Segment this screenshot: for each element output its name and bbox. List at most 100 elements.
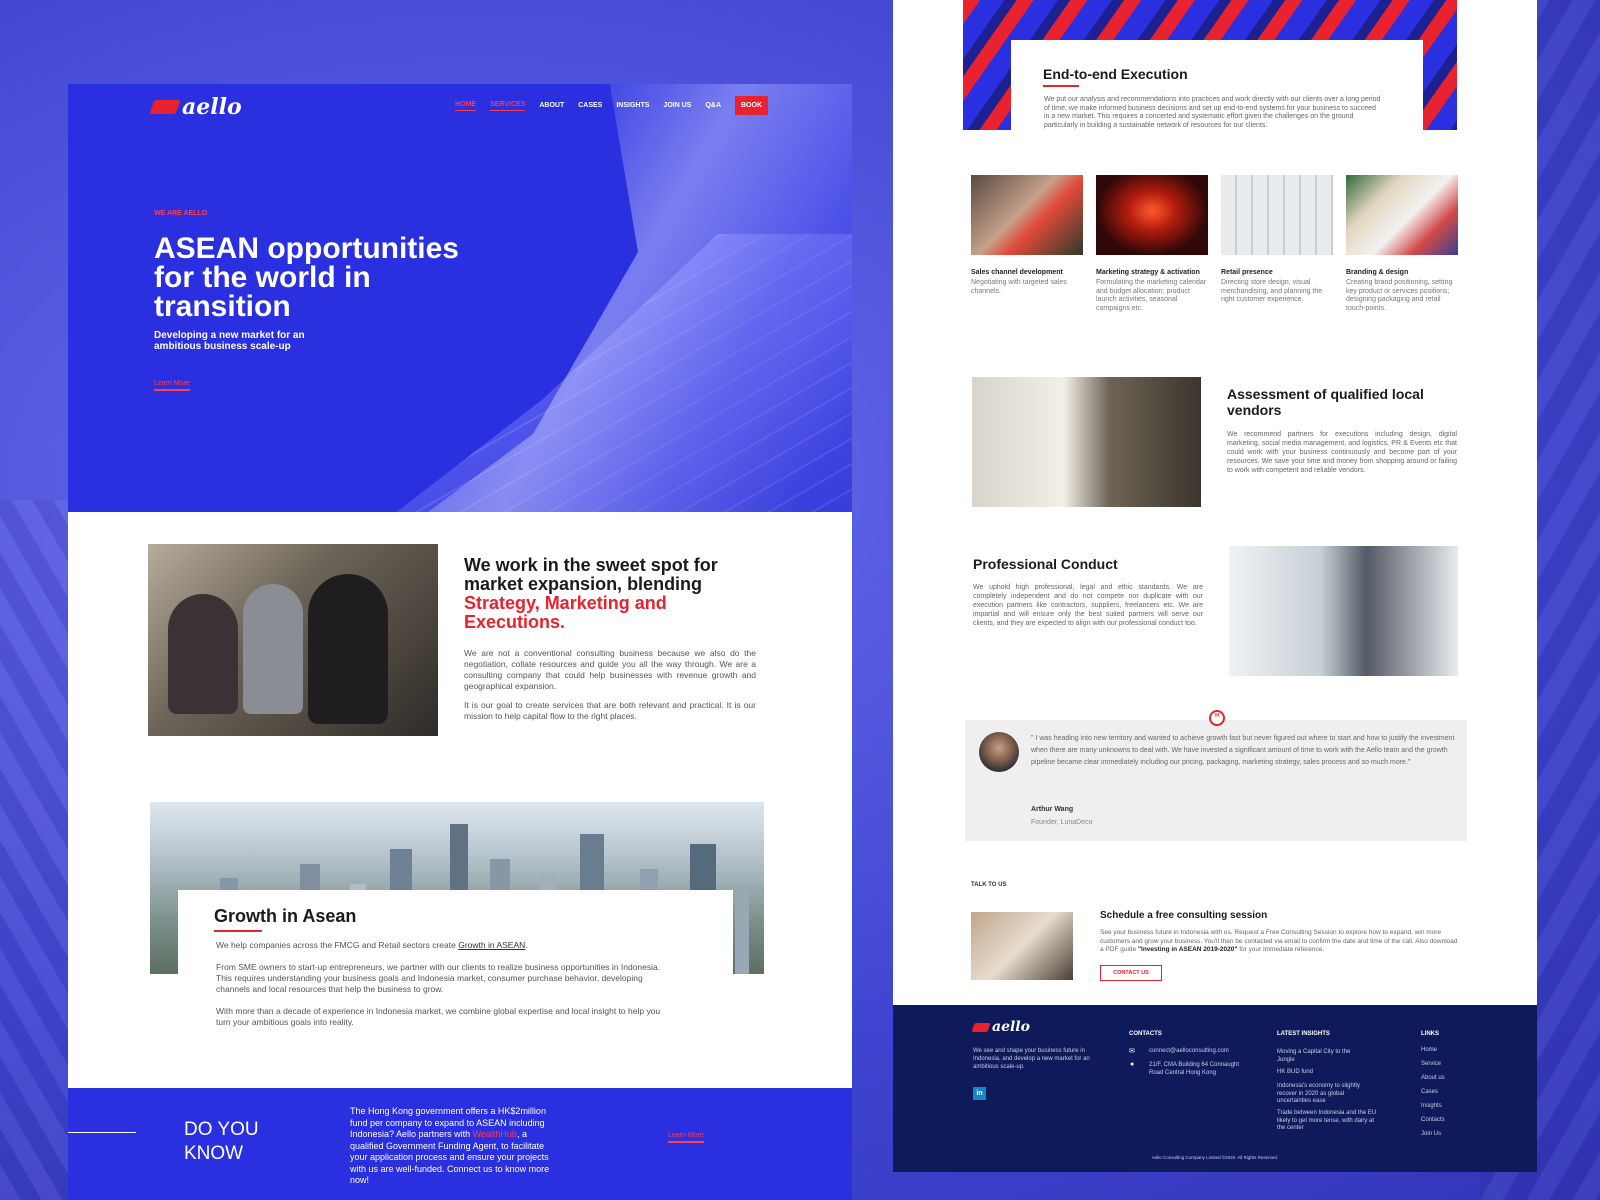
footer-copyright: Aello Consulting Company Limited ©2020. … (1151, 1155, 1279, 1160)
testimonial-name: Arthur Wang (1031, 806, 1074, 813)
footer-logo-text: aello (992, 1019, 1030, 1035)
footer-links-heading: LINKS (1421, 1031, 1439, 1037)
service-title: Branding & design (1346, 269, 1409, 276)
footer-link-join-us[interactable]: Join Us (1421, 1131, 1441, 1139)
growth-paragraph-2: From SME owners to start-up entrepreneur… (216, 962, 661, 994)
consulting-text-2: for your immediate reference. (1237, 946, 1325, 953)
service-card-marketing[interactable]: Marketing strategy & activation Formulat… (1096, 175, 1208, 313)
logo-text: aello (182, 94, 242, 120)
growth-in-asean-link[interactable]: Growth in ASEAN (458, 940, 525, 950)
nav-join-us[interactable]: JOIN US (663, 102, 691, 109)
footer-link-cases[interactable]: Cases (1421, 1089, 1438, 1097)
service-title: Sales channel development (971, 269, 1063, 276)
quote-icon: ” (1209, 710, 1225, 726)
footer-insight-link[interactable]: HK BUD fund (1277, 1069, 1367, 1077)
logo-mark-icon (149, 100, 181, 114)
conduct-image (1229, 546, 1458, 676)
growth-title-underline (214, 930, 262, 932)
building (735, 884, 749, 974)
execution-title-underline (1043, 85, 1079, 87)
consulting-title: Schedule a free consulting session (1100, 910, 1268, 921)
growth-paragraph-3: With more than a decade of experience in… (216, 1006, 661, 1027)
growth-paragraph-1: We help companies across the FMCG and Re… (216, 940, 676, 951)
footer-contacts-heading: CONTACTS (1129, 1031, 1162, 1037)
main-nav: HOME SERVICES ABOUT CASES INSIGHTS JOIN … (455, 96, 768, 115)
footer-insights-heading: LATEST INSIGHTS (1277, 1031, 1330, 1037)
consulting-image (971, 912, 1073, 980)
do-you-know-title-line-2: KNOW (184, 1143, 244, 1164)
logo-mark-icon (971, 1022, 991, 1032)
linkedin-icon[interactable]: in (973, 1087, 986, 1100)
nav-qa[interactable]: Q&A (705, 102, 721, 109)
footer-insight-link[interactable]: Indonesia's economy to slightly recover … (1277, 1083, 1372, 1106)
service-card-branding[interactable]: Branding & design Creating brand positio… (1346, 175, 1458, 313)
footer-insight-link[interactable]: Trade between Indonesia and the EU likel… (1277, 1110, 1377, 1133)
service-image (1096, 175, 1208, 255)
contact-us-button[interactable]: CONTACT US (1100, 965, 1162, 981)
service-description: Formulating the marketing calendar and b… (1096, 279, 1207, 312)
service-card-retail[interactable]: Retail presence Directing store design, … (1221, 175, 1333, 305)
footer: aello We see and shape your business fut… (893, 1005, 1537, 1172)
consulting-paragraph: See your business future in Indonesia wi… (1100, 929, 1460, 955)
conduct-paragraph: We uphold high professional, legal and e… (973, 584, 1203, 627)
footer-insight-link[interactable]: Moving a Capital City to the Jungle (1277, 1049, 1367, 1064)
service-card-sales[interactable]: Sales channel development Negotiating wi… (971, 175, 1083, 296)
footer-logo[interactable]: aello (971, 1019, 1030, 1035)
location-pin-icon: ● (1130, 1061, 1135, 1068)
hero-section: aello HOME SERVICES ABOUT CASES INSIGHTS… (68, 84, 852, 512)
footer-link-service[interactable]: Service (1421, 1061, 1441, 1069)
nav-home[interactable]: HOME (455, 101, 477, 111)
testimonial-quote: " I was heading into new territory and w… (1031, 735, 1455, 766)
service-title: Marketing strategy & activation (1096, 269, 1200, 276)
service-image (971, 175, 1083, 255)
service-image (1346, 175, 1458, 255)
footer-about: We see and shape your business future in… (973, 1048, 1090, 1070)
footer-email[interactable]: connect@aelloconsulting.com (1149, 1048, 1289, 1056)
footer-address: 21/F, CMA Building 64 Connaught Road Cen… (1149, 1062, 1240, 1076)
service-description: Creating brand positioning, setting key … (1346, 279, 1453, 312)
background-decoration-left (0, 500, 70, 1200)
hero-title: ASEAN opportunities for the world in tra… (154, 232, 459, 323)
hero-subtitle: Developing a new market for an ambitious… (154, 330, 305, 352)
logo[interactable]: aello (149, 94, 242, 120)
testimonial-role: Founder, LunaDeco (1031, 819, 1093, 826)
vendors-paragraph: We recommend partners for executions inc… (1227, 431, 1457, 474)
photo-person (168, 594, 238, 714)
nav-insights[interactable]: INSIGHTS (616, 102, 649, 109)
avatar (979, 732, 1019, 772)
vendors-title: Assessment of qualified local vendors (1227, 386, 1424, 418)
growth-title: Growth in Asean (214, 906, 357, 926)
sweet-spot-title-black: We work in the sweet spot for market exp… (464, 555, 718, 594)
footer-link-about[interactable]: About us (1421, 1075, 1445, 1083)
nav-about[interactable]: ABOUT (539, 102, 564, 109)
nav-cases[interactable]: CASES (578, 102, 602, 109)
guide-link[interactable]: "Investing in ASEAN 2019-2020" (1138, 946, 1238, 953)
footer-link-home[interactable]: Home (1421, 1047, 1437, 1055)
service-image (1221, 175, 1333, 255)
execution-paragraph: We put our analysis and recommendations … (1044, 96, 1381, 129)
photo-person (308, 574, 388, 724)
conduct-title: Professional Conduct (973, 556, 1118, 572)
do-you-know-learn-more-link[interactable]: Learn More (668, 1132, 704, 1143)
do-you-know-text: The Hong Kong government offers a HK$2mi… (350, 1106, 562, 1187)
growth-p1-suffix: . (525, 940, 528, 950)
talk-eyebrow: TALK TO US (971, 882, 1007, 888)
execution-title: End-to-end Execution (1043, 66, 1188, 82)
mail-icon: ✉ (1129, 1048, 1135, 1055)
do-you-know-title: DO YOU KNOW (184, 1118, 259, 1166)
sweet-spot-paragraph-2: It is our goal to create services that a… (464, 700, 756, 721)
footer-link-contacts[interactable]: Contacts (1421, 1117, 1445, 1125)
do-you-know-section: DO YOU KNOW The Hong Kong government off… (68, 1088, 852, 1200)
wealthhub-link[interactable]: WealthHub (473, 1129, 517, 1139)
growth-p1-text: We help companies across the FMCG and Re… (216, 940, 459, 950)
photo-person (243, 584, 303, 714)
sweet-spot-title-red: Strategy, Marketing and Executions. (464, 593, 667, 632)
divider-line (68, 1132, 136, 1133)
services-page-mockup: End-to-end Execution We put our analysis… (893, 0, 1537, 1172)
hero-learn-more-link[interactable]: Learn More (154, 380, 190, 391)
service-title: Retail presence (1221, 269, 1273, 276)
book-button[interactable]: BOOK (735, 96, 768, 115)
vendors-image (972, 377, 1201, 507)
footer-link-insights[interactable]: Insights (1421, 1103, 1442, 1111)
nav-services[interactable]: SERVICES (490, 101, 526, 111)
